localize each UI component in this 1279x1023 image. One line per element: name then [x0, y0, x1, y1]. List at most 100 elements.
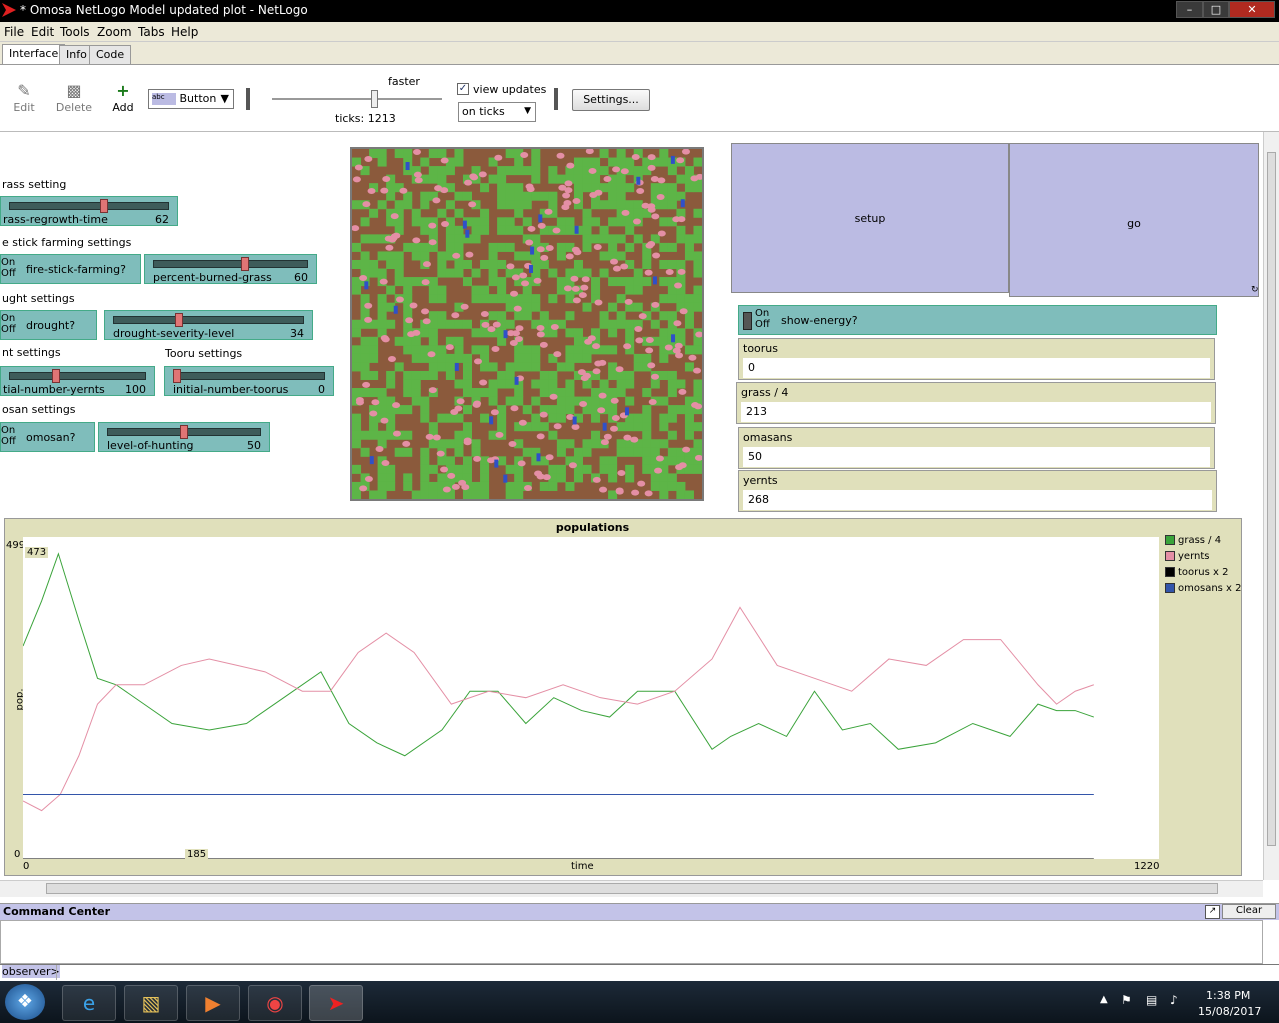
widget-type-select[interactable]: abc Button ▼ [148, 89, 234, 109]
speed-slider-thumb[interactable] [371, 90, 378, 108]
grass-patch [608, 302, 618, 312]
settings-button[interactable]: Settings... [572, 89, 650, 111]
yernt-agent [511, 274, 520, 281]
start-button[interactable]: ❖ [5, 984, 45, 1020]
level-of-hunting-slider[interactable]: level-of-hunting 50 [98, 422, 270, 452]
yernt-agent [598, 392, 607, 399]
network-icon[interactable]: ▤ [1146, 993, 1157, 1007]
grass-patch [625, 183, 635, 193]
slider-value: 60 [294, 271, 308, 284]
command-input[interactable] [56, 965, 1256, 980]
add-button[interactable]: + Add [103, 81, 143, 114]
file-explorer-icon[interactable]: ▧ [124, 985, 178, 1021]
legend-swatch [1165, 583, 1175, 593]
internet-explorer-icon[interactable]: e [62, 985, 116, 1021]
slider-knob[interactable] [180, 425, 188, 439]
menu-tools[interactable]: Tools [60, 25, 90, 39]
menu-help[interactable]: Help [171, 25, 198, 39]
edit-button[interactable]: ✎ Edit [4, 81, 44, 114]
media-player-icon[interactable]: ▶ [186, 985, 240, 1021]
monitor-value: 50 [743, 447, 1210, 467]
grass-patch [573, 353, 583, 363]
populations-plot[interactable]: populations 499 0 pop. 0 1220 time 473 1… [4, 518, 1242, 876]
setup-button[interactable]: setup [731, 143, 1009, 293]
yernt-agent [553, 423, 562, 430]
clock-time[interactable]: 1:38 PM [1206, 989, 1250, 1002]
tray-arrow-icon[interactable]: ▲ [1100, 994, 1108, 1005]
percent-burned-grass-slider[interactable]: percent-burned-grass 60 [144, 254, 317, 284]
yernt-agent [679, 308, 688, 315]
slider-knob[interactable] [100, 199, 109, 213]
fire-stick-farming-switch[interactable]: On Off fire-stick-farming? [0, 254, 141, 284]
initial-number-yernts-slider[interactable]: tial-number-yernts 100 [0, 366, 155, 396]
clear-button[interactable]: Clear [1222, 904, 1276, 919]
speed-slider-track[interactable] [272, 98, 442, 100]
scroll-thumb[interactable] [1267, 152, 1276, 846]
tab-interface[interactable]: Interface [2, 44, 66, 64]
slider-knob[interactable] [175, 313, 184, 327]
grass-patch [360, 234, 370, 244]
observer-prompt[interactable]: observer> [2, 965, 60, 978]
drought-section-label: ught settings [2, 292, 75, 305]
omosan-agent [364, 281, 369, 290]
scroll-thumb[interactable] [46, 883, 1218, 894]
menu-file[interactable]: File [4, 25, 24, 39]
maximize-button[interactable]: □ [1203, 1, 1229, 18]
world-view[interactable] [350, 147, 704, 501]
clock-date[interactable]: 15/08/2017 [1198, 1005, 1261, 1018]
vertical-scrollbar[interactable] [1263, 132, 1279, 880]
grass-patch [659, 242, 669, 252]
yernt-agent [352, 176, 361, 183]
grass-patch [352, 464, 362, 474]
slider-knob[interactable] [241, 257, 250, 271]
view-updates-checkbox[interactable]: ✓ [457, 83, 469, 95]
yernt-agent [381, 336, 390, 343]
monitor-omasans: omasans 50 [738, 427, 1215, 469]
switch-toggle[interactable] [743, 312, 752, 330]
grass-patch [625, 285, 635, 295]
netlogo-taskbar-icon[interactable]: ➤ [309, 985, 363, 1021]
grass-patch [377, 157, 387, 167]
drought-severity-slider[interactable]: drought-severity-level 34 [104, 310, 313, 340]
grass-regrowth-slider[interactable]: rass-regrowth-time 62 [0, 196, 178, 226]
delete-button[interactable]: ▩ Delete [54, 81, 94, 114]
grass-patch [642, 251, 652, 261]
slider-knob[interactable] [173, 369, 181, 383]
omosan-switch[interactable]: On Off omosan? [0, 422, 95, 452]
yernt-agent [635, 337, 644, 344]
yernt-agent [580, 284, 589, 291]
flag-icon[interactable]: ⚑ [1121, 993, 1132, 1007]
grass-patch [471, 439, 481, 449]
yernt-agent [473, 455, 482, 462]
grass-patch [488, 379, 498, 389]
grass-patch [403, 336, 413, 346]
grass-patch [454, 345, 464, 355]
update-mode-select[interactable]: on ticks ▼ [458, 102, 536, 122]
tab-code[interactable]: Code [89, 45, 132, 64]
horizontal-scrollbar[interactable] [0, 880, 1263, 897]
grass-patch [633, 200, 643, 210]
grass-patch [633, 413, 643, 423]
chrome-icon[interactable]: ◉ [248, 985, 302, 1021]
initial-number-toorus-slider[interactable]: initial-number-toorus 0 [164, 366, 334, 396]
grass-patch [693, 157, 703, 167]
menu-edit[interactable]: Edit [31, 25, 54, 39]
go-button[interactable]: go [1009, 143, 1259, 297]
grass-patch [642, 405, 652, 415]
minimize-button[interactable]: – [1176, 1, 1203, 18]
expand-icon[interactable]: ↗ [1205, 905, 1220, 919]
slider-knob[interactable] [51, 369, 60, 383]
close-button[interactable]: ✕ [1229, 1, 1275, 18]
menu-zoom[interactable]: Zoom [97, 25, 132, 39]
yernt-agent [387, 355, 396, 362]
grass-patch [676, 294, 686, 304]
grass-patch [539, 481, 549, 491]
drought-switch[interactable]: On Off drought? [0, 310, 97, 340]
slider-value: 62 [155, 213, 169, 226]
menu-tabs[interactable]: Tabs [138, 25, 165, 39]
show-energy-switch[interactable]: On Off show-energy? [738, 305, 1217, 335]
grass-patch [411, 208, 421, 218]
volume-icon[interactable]: ♪ [1170, 993, 1178, 1007]
yernt-agent [587, 335, 596, 342]
omosan-agent [489, 416, 494, 425]
